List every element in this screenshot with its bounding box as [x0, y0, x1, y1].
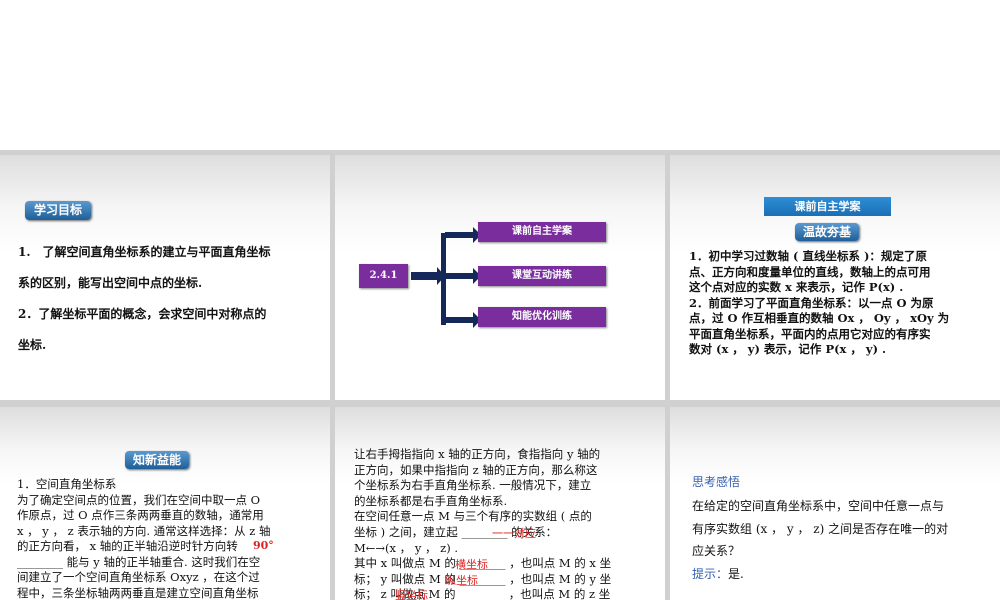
- text-line: 点、正方向和度量单位的直线，数轴上的点可用: [689, 264, 931, 279]
- section-header: 课前自主学案: [764, 197, 891, 216]
- slide-new-knowledge[interactable]: 知新益能 1．空间直角坐标系 为了确定空间点的位置，我们在空间中取一点 O 作原点，…: [0, 407, 330, 600]
- text-line: 间建立了一个空间直角坐标系 Oxyz ，在这个过: [17, 570, 260, 584]
- hint-answer: 是.: [728, 567, 744, 581]
- answer-z-coordinate: 竖坐标: [395, 589, 428, 600]
- text-line: 标； y 叫做点 M 的 ________ ，也叫点 M 的 y 坐: [354, 571, 612, 586]
- text-line: 的正方向看， x 轴的正半轴沿逆时针方向转: [17, 539, 238, 553]
- text-line: 坐标.: [18, 338, 47, 352]
- text-line: 让右手拇指指向 x 轴的正方向，食指指向 y 轴的: [354, 447, 601, 461]
- slide-reflection[interactable]: 思考感悟 在给定的空间直角坐标系中，空间中任意一点与 有序实数组 (x ， y ，…: [670, 407, 1000, 600]
- hint: 提示：是.: [692, 565, 744, 582]
- review-badge: 温故夯基: [795, 223, 859, 241]
- hint-label: 提示：: [692, 567, 729, 581]
- text-line: 在给定的空间直角坐标系中，空间中任意一点与: [692, 499, 945, 513]
- answer-y-coordinate: 纵坐标: [445, 574, 478, 587]
- text-line: 个坐标系为右手直角坐标系. 一般情况下，建立: [354, 478, 592, 493]
- text-line: 作原点，过 O 点作三条两两垂直的数轴，通常用: [17, 508, 264, 522]
- menu-item-in-class[interactable]: 课堂互动讲练: [478, 266, 606, 286]
- answer-x-coordinate: 横坐标: [455, 558, 488, 571]
- right-hand-text: 让右手拇指指向 x 轴的正方向，食指指向 y 轴的 正方向，如果中指指向 z 轴的…: [354, 447, 611, 600]
- text-line: 平面直角坐标系，平面内的点用它对应的有序实: [689, 326, 931, 341]
- text-line: 为了确定空间点的位置，我们在空间中取一点 O: [17, 492, 261, 507]
- arrow-connector: [411, 227, 481, 328]
- slide-review[interactable]: 课前自主学案 温故夯基 1．初中学习过数轴 ( 直线坐标系 )：规定了原 点、正方…: [670, 155, 1000, 400]
- text-line: 有序实数组 (x ， y ， z) 之间是否存在唯一的对: [692, 521, 949, 536]
- text-line: 点，过 O 作互相垂直的数轴 Ox ， Oy ， xOy 为: [689, 311, 950, 325]
- goals-text: 1. 了解空间直角坐标系的建立与平面直角坐标 系的区别，能写出空间中点的坐标. 2．…: [18, 237, 271, 361]
- text-line: 1. 了解空间直角坐标系的建立与平面直角坐标: [18, 245, 271, 259]
- review-text: 1．初中学习过数轴 ( 直线坐标系 )：规定了原 点、正方向和度量单位的直线，数轴…: [689, 249, 949, 358]
- text-line: 标； z 叫做点 M 的 ________ ，也叫点 M 的 z 坐: [354, 587, 611, 600]
- menu-item-practice[interactable]: 知能优化训练: [478, 307, 606, 327]
- text-line: x ， y ， z 表示轴的方向. 通常这样选择：从 z 轴: [17, 523, 271, 538]
- text-line: 这个点对应的实数 x 来表示，记作 P(x) .: [689, 280, 904, 294]
- text-line: M←→(x ， y ， z) .: [354, 540, 458, 555]
- slide-learning-goals[interactable]: 学习目标 1. 了解空间直角坐标系的建立与平面直角坐标 系的区别，能写出空间中点的…: [0, 155, 330, 400]
- text-line: 1．空间直角坐标系: [17, 477, 117, 491]
- text-line: 2．了解坐标平面的概念，会求空间中对称点的: [18, 307, 267, 321]
- text-line: 的坐标系都是右手直角坐标系.: [354, 493, 508, 508]
- text-line: 在空间任意一点 M 与三个有序的实数组 ( 点的: [354, 509, 592, 524]
- text-line: 数对 (x ， y) 表示，记作 P(x ， y) .: [689, 342, 887, 356]
- reflection-title: 思考感悟: [692, 475, 741, 489]
- slide-outline[interactable]: 2.4.1 课前自主学案 课堂互动讲练 知能优化训练: [335, 155, 665, 400]
- divider: [0, 400, 1000, 407]
- slide-right-hand-system[interactable]: 让右手拇指指向 x 轴的正方向，食指指向 y 轴的 正方向，如果中指指向 z 轴的…: [335, 407, 665, 600]
- coordinate-system-text: 1．空间直角坐标系 为了确定空间点的位置，我们在空间中取一点 O 作原点，过 O 点…: [17, 477, 271, 600]
- reflection-question: 在给定的空间直角坐标系中，空间中任意一点与 有序实数组 (x ， y ， z) 之…: [692, 495, 948, 563]
- new-knowledge-badge: 知新益能: [125, 451, 189, 469]
- text-line: 系的区别，能写出空间中点的坐标.: [18, 276, 203, 290]
- text-line: 坐标 ) 之间，建立起 ________ 的关系：: [354, 524, 558, 539]
- answer-90-degrees: 90°: [253, 539, 274, 552]
- text-line: 正方向，如果中指指向 z 轴的正方向，那么称这: [354, 462, 598, 477]
- learning-goals-badge: 学习目标: [25, 201, 91, 220]
- text-line: 2．前面学习了平面直角坐标系：以一点 O 为原: [689, 295, 934, 310]
- text-line: 程中，三条坐标轴两两垂直是建立空间直角坐标: [17, 585, 259, 600]
- text-line: 1．初中学习过数轴 ( 直线坐标系 )：规定了原: [689, 249, 927, 263]
- text-line: ________ 能与 y 轴的正半轴重合. 这时我们在空: [17, 554, 261, 569]
- section-box: 2.4.1: [359, 264, 408, 288]
- answer-one-to-one: 一一对应: [492, 527, 536, 540]
- text-line: 应关系？: [692, 544, 741, 558]
- menu-item-pre-class[interactable]: 课前自主学案: [478, 222, 606, 242]
